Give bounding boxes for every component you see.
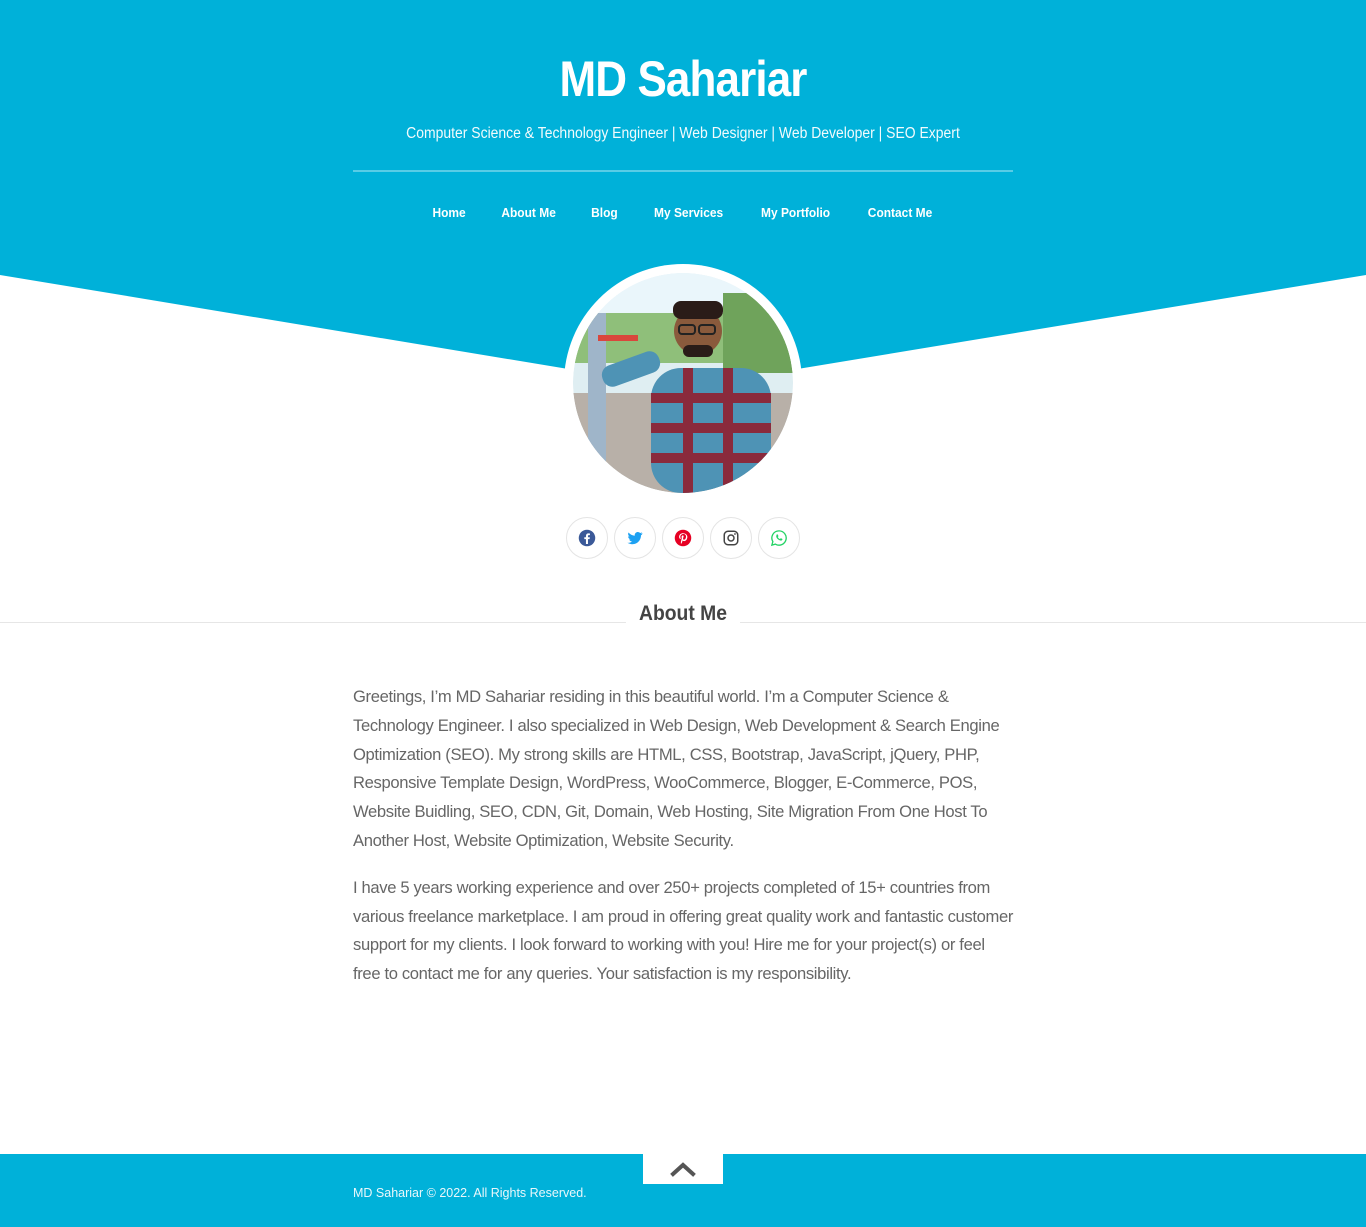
pinterest-icon: [674, 529, 692, 547]
site-tagline: Computer Science & Technology Engineer |…: [406, 125, 960, 142]
whatsapp-link[interactable]: [758, 517, 800, 559]
nav-item-my-portfolio[interactable]: My Portfolio: [746, 205, 845, 220]
header-divider: [353, 170, 1013, 172]
chevron-up-icon: [670, 1162, 696, 1177]
site-footer: MD Sahariar © 2022. All Rights Reserved.: [0, 1154, 1366, 1227]
nav-item-my-services[interactable]: My Services: [639, 205, 738, 220]
profile-photo: [573, 273, 793, 493]
nav-item-blog[interactable]: Blog: [576, 205, 632, 220]
nav-item-home[interactable]: Home: [417, 205, 480, 220]
social-links: [566, 517, 800, 559]
about-paragraph-2: I have 5 years working experience and ov…: [353, 877, 1014, 984]
site-title[interactable]: MD Sahariar: [82, 50, 1284, 108]
avatar: [564, 264, 802, 502]
pinterest-link[interactable]: [662, 517, 704, 559]
section-title-about-me: About Me: [625, 602, 741, 626]
whatsapp-icon: [770, 530, 787, 547]
back-to-top-button[interactable]: [643, 1154, 723, 1184]
instagram-link[interactable]: [710, 517, 752, 559]
main-nav: Home About Me Blog My Services My Portfo…: [0, 205, 1366, 220]
nav-item-contact-me[interactable]: Contact Me: [853, 205, 947, 220]
twitter-link[interactable]: [614, 517, 656, 559]
about-paragraph-1: Greetings, I’m MD Sahariar residing in t…: [353, 687, 1000, 850]
nav-item-about-me[interactable]: About Me: [486, 205, 570, 220]
facebook-icon: [578, 529, 596, 547]
copyright-text: MD Sahariar © 2022. All Rights Reserved.: [353, 1186, 587, 1200]
instagram-icon: [723, 530, 739, 546]
twitter-icon: [627, 531, 643, 545]
facebook-link[interactable]: [566, 517, 608, 559]
about-content: Greetings, I’m MD Sahariar residing in t…: [353, 683, 1015, 1007]
